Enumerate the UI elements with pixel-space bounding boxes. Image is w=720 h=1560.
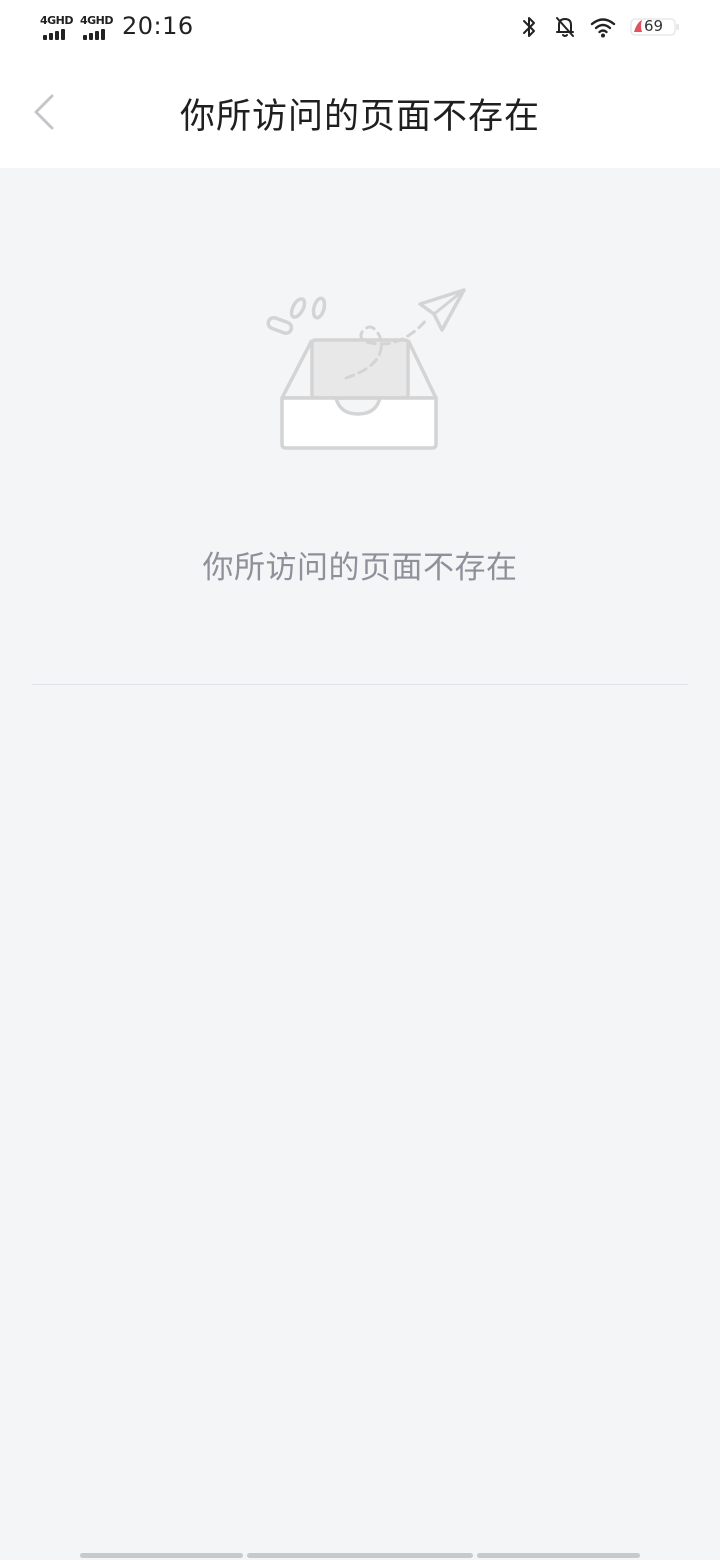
status-left: 4GHD 4GHD 20:16 bbox=[40, 12, 194, 40]
wifi-icon bbox=[590, 18, 616, 38]
empty-inbox-illustration bbox=[266, 288, 466, 450]
status-time: 20:16 bbox=[122, 12, 194, 40]
signal-sim2-icon: 4GHD bbox=[80, 12, 114, 40]
network-type-2: 4GHD bbox=[80, 14, 114, 27]
page-header: 你所访问的页面不存在 bbox=[0, 56, 720, 168]
status-right: 69 bbox=[518, 14, 680, 40]
divider bbox=[32, 684, 688, 685]
bell-off-icon bbox=[556, 17, 574, 37]
page-title: 你所访问的页面不存在 bbox=[179, 97, 540, 137]
status-bar: 4GHD 4GHD 20:16 69 bbox=[0, 0, 720, 56]
bluetooth-icon bbox=[523, 17, 535, 37]
screen: 4GHD 4GHD 20:16 69 你所访问的页面不存在 你所访问的页面不存在 bbox=[0, 0, 720, 1560]
battery-level: 69 bbox=[644, 17, 664, 35]
network-type-1: 4GHD bbox=[40, 14, 74, 27]
signal-sim1-icon: 4GHD bbox=[40, 12, 74, 40]
gesture-navigation-bar[interactable] bbox=[0, 1553, 720, 1558]
empty-state-message: 你所访问的页面不存在 bbox=[202, 550, 518, 586]
battery-icon: 69 bbox=[630, 14, 680, 40]
